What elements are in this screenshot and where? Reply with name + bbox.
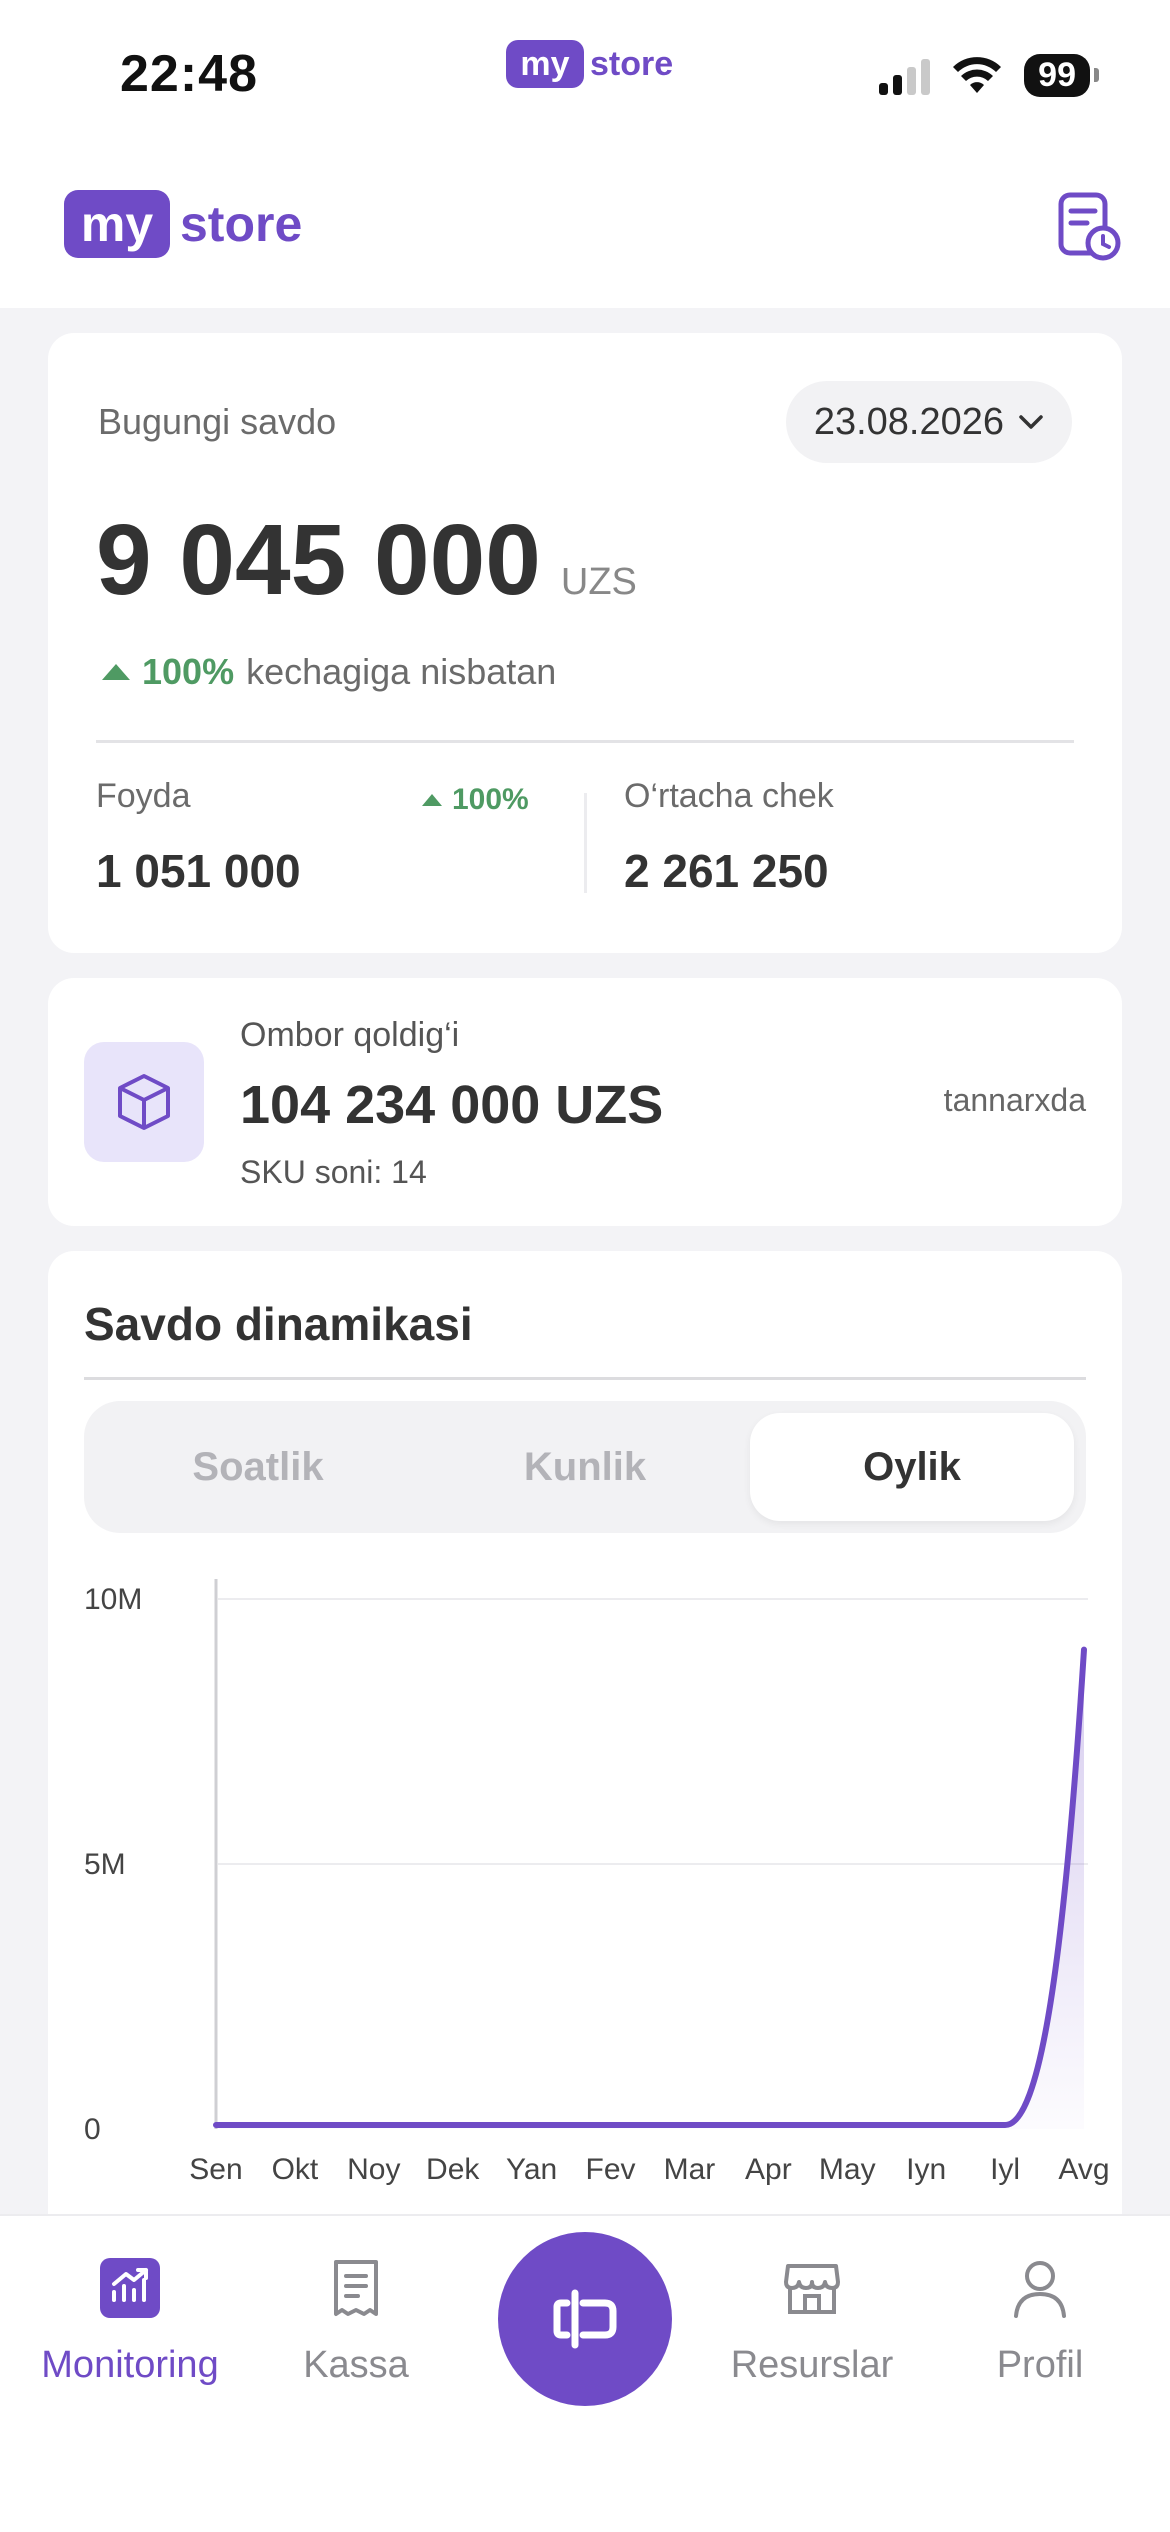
profit-trend: 100% [422, 783, 529, 817]
nav-label: Profil [996, 2344, 1084, 2386]
chart-line [213, 1646, 1087, 2128]
x-tick-label: May [819, 2153, 876, 2186]
sales-trend-text: kechagiga nisbatan [246, 651, 557, 692]
report-history-button[interactable] [1050, 186, 1130, 266]
sales-amount-currency: UZS [560, 561, 637, 603]
sales-trend-percent: 100% [142, 651, 235, 692]
box-icon [118, 1074, 170, 1130]
average-check-value: 2 261 250 [624, 845, 829, 897]
chart-up-icon [100, 2258, 160, 2318]
today-sales-card: Bugungi savdo 23.08.2026 9 045 000 UZS 1… [48, 333, 1122, 953]
nav-resurslar[interactable]: Resurslar [702, 2256, 922, 2387]
chart-area [216, 1649, 1084, 2129]
stock-icon-tile [84, 1042, 204, 1162]
stock-title: Ombor qoldig‘i [240, 1016, 460, 1054]
tab-hourly[interactable]: Soatlik [96, 1413, 420, 1521]
receipt-icon [334, 2260, 378, 2316]
nav-label: Kassa [303, 2344, 409, 2386]
trend-up-icon [422, 794, 442, 806]
stock-cost-note: tannarxda [943, 1082, 1086, 1118]
store-icon [784, 2264, 840, 2314]
x-tick-label: Okt [272, 2153, 319, 2186]
x-tick-label: Avg [1058, 2153, 1109, 2186]
cash-register-icon [553, 2289, 617, 2349]
trend-up-icon [102, 664, 130, 680]
tab-daily[interactable]: Kunlik [423, 1413, 747, 1521]
stock-value: 104 234 000 UZS [240, 1075, 664, 1135]
tab-monthly[interactable]: Oylik [750, 1413, 1074, 1521]
chart-divider [84, 1377, 1086, 1380]
nav-label: Resurslar [730, 2344, 894, 2386]
x-tick-label: Dek [426, 2153, 480, 2186]
y-tick-label: 5M [84, 1848, 126, 1881]
chevron-down-icon [1019, 415, 1043, 429]
wifi-icon [953, 56, 1002, 93]
divider [96, 740, 1074, 743]
status-time: 22:48 [120, 45, 258, 103]
today-sales-label: Bugungi savdo [98, 401, 337, 442]
stock-sku-count: SKU soni: 14 [240, 1154, 427, 1190]
logo-pill: my [64, 190, 170, 258]
status-icons: 99 [879, 54, 1099, 97]
average-check-label: O‘rtacha chek [624, 777, 834, 815]
date-picker[interactable]: 23.08.2026 [785, 381, 1072, 463]
cash-register-button[interactable] [498, 2232, 672, 2406]
stat-separator [584, 793, 587, 893]
status-logo-pill: my [506, 40, 584, 88]
profit-value: 1 051 000 [96, 845, 301, 897]
report-clock-icon [1058, 192, 1121, 261]
y-tick-label: 10M [84, 1583, 142, 1616]
nav-label: Monitoring [41, 2344, 219, 2386]
profit-trend-percent: 100% [452, 783, 529, 816]
status-bar: 22:48 my store 99 [0, 0, 1170, 140]
period-segmented-control: Soatlik Kunlik Oylik [84, 1401, 1086, 1533]
sales-dynamics-card: Savdo dinamikasi Soatlik Kunlik Oylik 0 5… [48, 1251, 1122, 2251]
x-tick-label: Yan [506, 2153, 557, 2186]
cellular-signal-icon [879, 57, 931, 95]
x-tick-label: Iyl [990, 2153, 1020, 2186]
x-tick-label: Fev [586, 2153, 636, 2186]
x-tick-label: Sen [189, 2153, 242, 2186]
average-check-stat: O‘rtacha chek 2 261 250 [624, 777, 834, 898]
x-tick-label: Apr [745, 2153, 792, 2186]
status-logo-text: store [590, 44, 674, 83]
stock-balance-card[interactable]: Ombor qoldig‘i 104 234 000 UZS SKU soni:… [48, 978, 1122, 1226]
sales-amount-value: 9 045 000 [96, 504, 541, 616]
app-header: my store [0, 140, 1170, 308]
today-sales-amount: 9 045 000 UZS [96, 503, 637, 618]
chart-title: Savdo dinamikasi [84, 1298, 473, 1350]
sales-trend: 100% kechagiga nisbatan [102, 651, 556, 693]
status-app-logo: my store [506, 40, 673, 88]
x-tick-label: Iyn [906, 2153, 946, 2186]
x-tick-label: Noy [347, 2153, 400, 2186]
date-value: 23.08.2026 [813, 400, 1004, 443]
app-logo: my store [64, 190, 302, 258]
nav-profil[interactable]: Profil [930, 2256, 1150, 2387]
y-tick-label: 0 [84, 2113, 101, 2146]
nav-monitoring[interactable]: Monitoring [20, 2256, 240, 2387]
user-icon [1014, 2261, 1066, 2318]
logo-text: store [180, 196, 303, 252]
battery-icon: 99 [1024, 54, 1099, 97]
bottom-navigation: Monitoring Kassa Resurslar Profil [0, 2214, 1170, 2532]
x-tick-label: Mar [664, 2153, 716, 2186]
nav-kassa[interactable]: Kassa [246, 2256, 466, 2387]
